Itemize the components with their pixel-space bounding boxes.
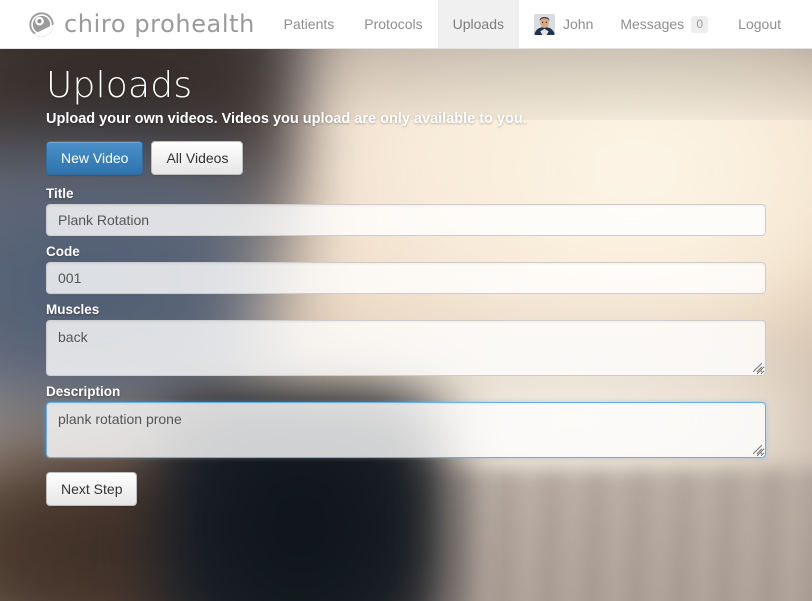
app-page: chiro prohealth Patients Protocols Uploa…	[0, 0, 812, 601]
title-input[interactable]	[46, 204, 766, 236]
user-avatar	[534, 13, 555, 35]
brand-logo-link[interactable]: chiro prohealth	[0, 0, 255, 48]
brand-name: chiro prohealth	[64, 10, 255, 38]
field-description: Description	[46, 383, 766, 458]
description-label: Description	[46, 384, 121, 399]
top-navbar: chiro prohealth Patients Protocols Uploa…	[0, 0, 812, 49]
nav-item-user-profile[interactable]: John	[519, 0, 605, 48]
upload-tabs: New Video All Videos	[46, 141, 766, 175]
main-content: Uploads Upload your own videos. Videos y…	[0, 49, 812, 506]
tab-new-video[interactable]: New Video	[46, 141, 144, 175]
muscles-textarea[interactable]	[46, 320, 766, 376]
nav-item-uploads[interactable]: Uploads	[437, 0, 519, 48]
nav-item-messages[interactable]: Messages 0	[605, 0, 723, 48]
title-label: Title	[46, 186, 74, 201]
messages-count-badge: 0	[691, 15, 709, 33]
submit-row: Next Step	[46, 472, 766, 506]
field-code: Code	[46, 243, 766, 294]
code-label: Code	[46, 244, 80, 259]
new-video-form: Title Code Muscles Description	[46, 185, 766, 506]
nav-item-protocols[interactable]: Protocols	[349, 0, 437, 48]
nav-item-patients-label: Patients	[283, 16, 335, 32]
nav-links: Patients Protocols Uploads John Messages…	[269, 0, 812, 48]
nav-item-logout[interactable]: Logout	[723, 0, 796, 48]
muscles-label: Muscles	[46, 302, 100, 317]
page-title: Uploads	[46, 65, 193, 106]
nav-item-patients[interactable]: Patients	[269, 0, 350, 48]
nav-item-uploads-label: Uploads	[452, 16, 504, 32]
next-step-button[interactable]: Next Step	[46, 472, 138, 506]
nav-logout-label: Logout	[738, 16, 781, 32]
nav-item-protocols-label: Protocols	[364, 16, 423, 32]
nav-messages-label: Messages	[620, 16, 685, 32]
nav-user-label: John	[563, 16, 594, 32]
page-subtitle: Upload your own videos. Videos you uploa…	[46, 111, 527, 127]
tab-all-videos[interactable]: All Videos	[151, 141, 244, 175]
code-input[interactable]	[46, 262, 766, 294]
field-title: Title	[46, 185, 766, 236]
description-textarea[interactable]	[46, 402, 766, 458]
field-muscles: Muscles	[46, 301, 766, 376]
chiro-circle-logo-icon	[29, 11, 54, 37]
